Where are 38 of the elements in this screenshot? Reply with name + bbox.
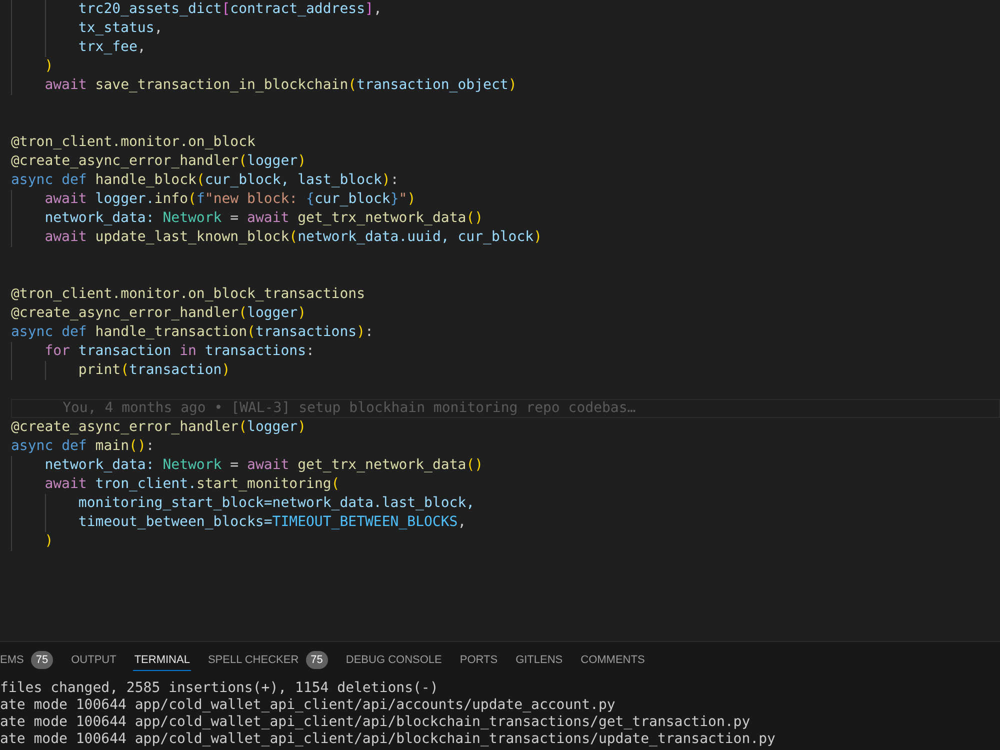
terminal-line: ate mode 100644 app/cold_wallet_api_client/api/blockchain_transactions/get_transaction.py	[0, 714, 752, 731]
code-line: @create_async_error_handler(logger)	[11, 418, 306, 437]
code-line: await tron_client.start_monitoring(	[44, 475, 340, 494]
code-line: async def main():	[11, 437, 154, 456]
code-line: timeout_between_blocks=TIMEOUT_BETWEEN_BLOCKS,	[78, 513, 466, 532]
panel-tab[interactable]: SPELL CHECKER 75	[206, 649, 329, 671]
panel-tab[interactable]: OUTPUT	[70, 649, 118, 671]
code-line: @tron_client.monitor.on_block	[11, 133, 256, 152]
code-line: network_data: Network = await get_trx_network_data()	[44, 456, 484, 475]
code-line: async def handle_transaction(transactions):	[11, 323, 374, 342]
count-badge: 75	[306, 651, 328, 669]
code-line: @create_async_error_handler(logger)	[11, 152, 306, 171]
panel-tab[interactable]: GITLENS	[514, 649, 564, 671]
code-line: tx_status,	[78, 19, 163, 38]
count-badge: 75	[30, 651, 54, 669]
panel-tab[interactable]: COMMENTS	[580, 649, 646, 671]
code-line: trc20_assets_dict[contract_address],	[78, 0, 382, 19]
panel-tab[interactable]: PORTS	[458, 649, 499, 671]
code-line: network_data: Network = await get_trx_network_data()	[44, 209, 484, 228]
code-line: await update_last_known_block(network_data.uuid, cur_block)	[44, 228, 542, 247]
panel-tab[interactable]: EMS 75	[0, 649, 54, 671]
code-line: )	[44, 57, 54, 76]
code-line: trx_fee,	[78, 38, 146, 57]
panel-tab[interactable]: DEBUG CONSOLE	[344, 649, 443, 671]
code-line: await logger.info(f"new block: {cur_block}")	[44, 190, 416, 209]
code-line: async def handle_block(cur_block, last_block):	[11, 171, 399, 190]
terminal-line: files changed, 2585 insertions(+), 1154 deletions(-)	[0, 680, 440, 697]
panel-tab[interactable]: TERMINAL	[133, 649, 191, 671]
code-line: await save_transaction_in_blockchain(transaction_object)	[44, 76, 517, 95]
blame-annotation: You, 4 months ago • [WAL-3] setup blockhain monitoring repo codebas…	[62, 399, 636, 418]
terminal-line: ate mode 100644 app/cold_wallet_api_client/api/accounts/update_account.py	[0, 697, 616, 714]
code-line: @create_async_error_handler(logger)	[11, 304, 306, 323]
code-line: print(transaction)	[78, 361, 230, 380]
terminal-line: ate mode 100644 app/cold_wallet_api_client/api/blockchain_transactions/update_transaction.py	[0, 731, 776, 748]
code-line: @tron_client.monitor.on_block_transactions	[11, 285, 366, 304]
code-line: )	[44, 532, 54, 551]
code-line: monitoring_start_block=network_data.last_block,	[78, 494, 475, 513]
code-line: for transaction in transactions:	[44, 342, 314, 361]
